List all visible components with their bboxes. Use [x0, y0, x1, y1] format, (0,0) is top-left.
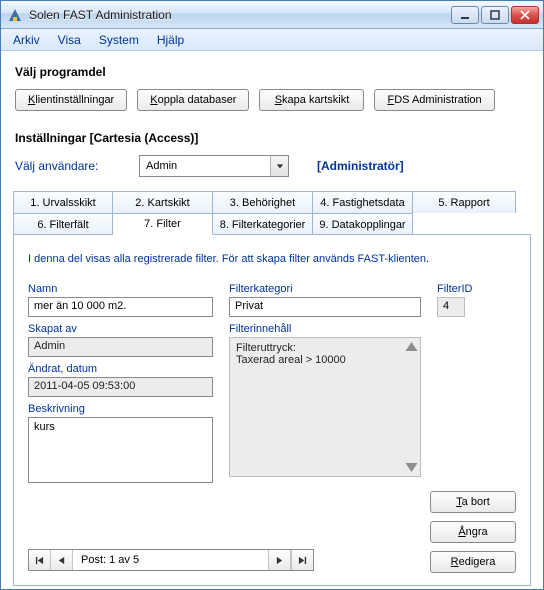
- tab-urvalsskikt[interactable]: 1. Urvalsskikt: [13, 191, 113, 213]
- minimize-button[interactable]: [451, 6, 479, 24]
- menu-bar: Arkiv Visa System Hjälp: [1, 29, 543, 51]
- filter-hint: I denna del visas alla registrerade filt…: [28, 253, 516, 265]
- nav-status: Post: 1 av 5: [73, 550, 269, 570]
- chevron-down-icon: [270, 156, 288, 176]
- record-navigator: Post: 1 av 5: [28, 549, 314, 571]
- content-label: Filterinnehåll: [229, 323, 421, 335]
- tab-filterfalt[interactable]: 6. Filterfält: [13, 213, 113, 235]
- section-title-programdel: Välj programdel: [15, 65, 531, 79]
- createdby-label: Skapat av: [28, 323, 213, 335]
- undo-button[interactable]: ÅngraÅngra: [430, 521, 516, 543]
- user-select-value: Admin: [146, 160, 177, 172]
- user-select[interactable]: Admin: [139, 155, 289, 177]
- app-icon: [7, 7, 23, 23]
- filterid-label: FilterID: [437, 283, 516, 295]
- title-bar: Solen FAST Administration: [1, 1, 543, 29]
- nav-prev-button[interactable]: [51, 550, 73, 570]
- program-buttons: KKlientinställningarlientinställningar K…: [15, 89, 531, 111]
- tab-strip: 1. Urvalsskikt 2. Kartskikt 3. Behörighe…: [13, 191, 531, 235]
- role-label: [Administratör]: [317, 159, 404, 173]
- desc-input[interactable]: kurs: [28, 417, 213, 483]
- close-button[interactable]: [511, 6, 539, 24]
- skapa-kartskikt-button[interactable]: Skapa kartskiktSkapa kartskikt: [259, 89, 364, 111]
- nav-next-button[interactable]: [269, 550, 291, 570]
- maximize-button[interactable]: [481, 6, 509, 24]
- menu-visa[interactable]: Visa: [50, 31, 89, 49]
- client-area: Välj programdel KKlientinställningarlien…: [1, 51, 543, 589]
- edit-button[interactable]: RedigeraRedigera: [430, 551, 516, 573]
- nav-first-button[interactable]: [29, 550, 51, 570]
- tab-datakopplingar[interactable]: 9. Datakopplingar: [313, 213, 413, 235]
- menu-hjalp[interactable]: Hjälp: [149, 31, 192, 49]
- scroll-down-icon[interactable]: [404, 460, 419, 475]
- form-col-right: FilterID 4: [437, 283, 516, 489]
- fds-admin-button[interactable]: FDS AdministrationFDS Administration: [374, 89, 494, 111]
- tab-kartskikt[interactable]: 2. Kartskikt: [113, 191, 213, 213]
- filter-form: Namn mer än 10 000 m2. Skapat av Admin Ä…: [28, 283, 516, 489]
- menu-arkiv[interactable]: Arkiv: [5, 31, 48, 49]
- tab-filter[interactable]: 7. Filter: [113, 213, 213, 235]
- user-row: Välj användare: Admin [Administratör]: [15, 155, 531, 177]
- tab-filterkategorier[interactable]: 8. Filterkategorier: [213, 213, 313, 235]
- modified-value: 2011-04-05 09:53:00: [28, 377, 213, 397]
- nav-last-button[interactable]: [291, 550, 313, 570]
- app-window: Solen FAST Administration Arkiv Visa Sys…: [0, 0, 544, 590]
- scroll-up-icon[interactable]: [404, 339, 419, 354]
- desc-label: Beskrivning: [28, 403, 213, 415]
- category-label: Filterkategori: [229, 283, 421, 295]
- user-label: Välj användare:: [15, 159, 111, 173]
- name-label: Namn: [28, 283, 213, 295]
- tab-spacer: [413, 213, 516, 235]
- modified-label: Ändrat, datum: [28, 363, 213, 375]
- window-buttons: [451, 6, 543, 24]
- tab-panel-filter: I denna del visas alla registrerade filt…: [13, 234, 531, 586]
- content-line1: Filteruttryck:: [236, 342, 414, 354]
- koppla-databaser-button[interactable]: Koppla databaserKoppla databaser: [137, 89, 249, 111]
- settings-heading: Inställningar [Cartesia (Access)]: [15, 131, 531, 145]
- category-input[interactable]: Privat: [229, 297, 421, 317]
- form-col-mid: Filterkategori Privat Filterinnehåll Fil…: [229, 283, 421, 489]
- content-line2: Taxerad areal > 10000: [236, 354, 414, 366]
- action-buttons: Ta bortTa bort ÅngraÅngra RedigeraRedige…: [430, 491, 516, 573]
- content-box: Filteruttryck: Taxerad areal > 10000: [229, 337, 421, 477]
- filterid-value: 4: [437, 297, 465, 317]
- form-col-left: Namn mer än 10 000 m2. Skapat av Admin Ä…: [28, 283, 213, 489]
- tab-behorighet[interactable]: 3. Behörighet: [213, 191, 313, 213]
- klientinstallningar-button[interactable]: KKlientinställningarlientinställningar: [15, 89, 127, 111]
- createdby-value: Admin: [28, 337, 213, 357]
- name-input[interactable]: mer än 10 000 m2.: [28, 297, 213, 317]
- tab-rapport[interactable]: 5. Rapport: [413, 191, 516, 213]
- delete-button[interactable]: Ta bortTa bort: [430, 491, 516, 513]
- window-title: Solen FAST Administration: [29, 8, 451, 22]
- tab-fastighetsdata[interactable]: 4. Fastighetsdata: [313, 191, 413, 213]
- menu-system[interactable]: System: [91, 31, 147, 49]
